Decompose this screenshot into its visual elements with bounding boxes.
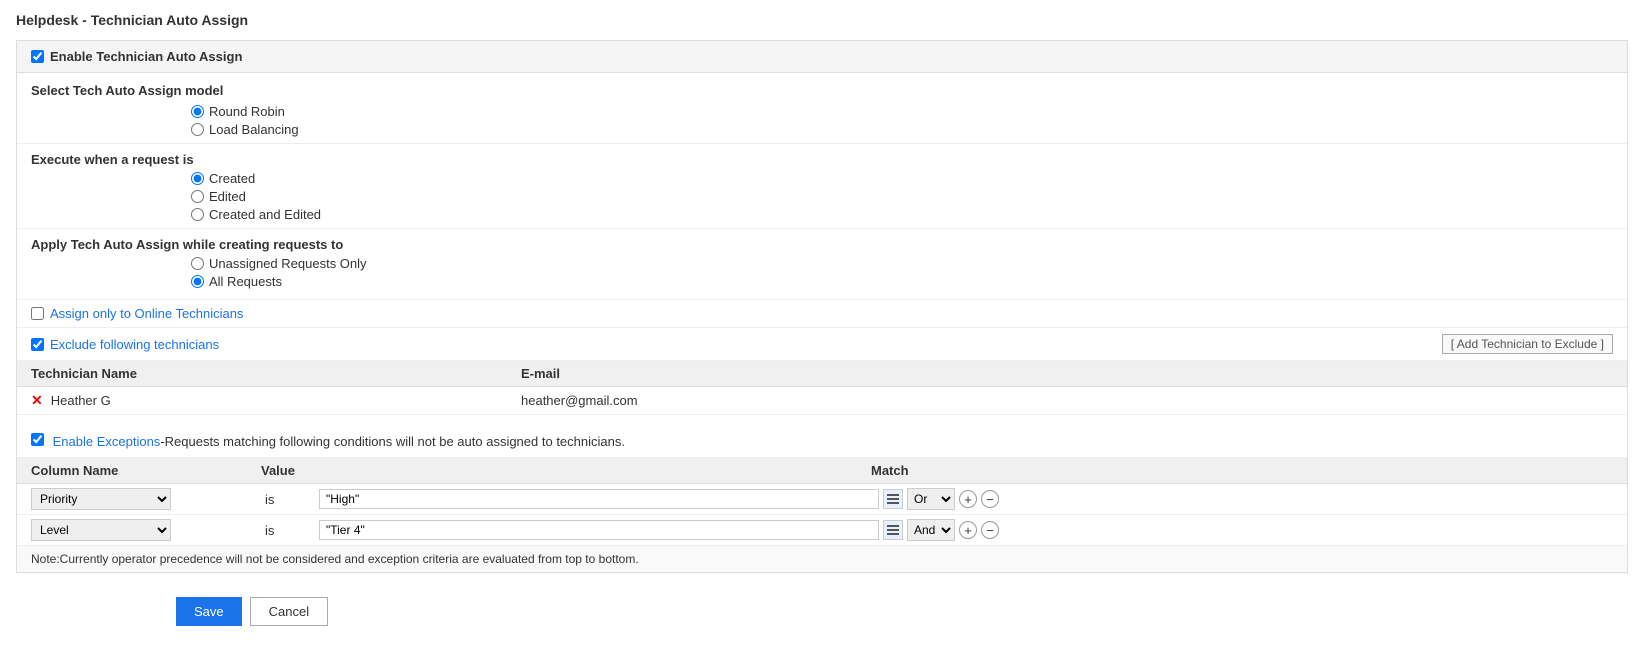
delete-technician-button[interactable]: ✕ (31, 392, 43, 409)
exceptions-table-row-1: Priority Level Status is Or And + − (17, 484, 1627, 515)
exc-match-icon-1[interactable] (883, 489, 903, 509)
execute-created-edited-row: Created and Edited (191, 207, 1613, 222)
exc-match-select-2[interactable]: Or And (907, 519, 955, 541)
exceptions-description: -Requests matching following conditions … (160, 434, 625, 449)
spacer (17, 415, 1627, 425)
exc-add-row-button-1[interactable]: + (959, 490, 977, 508)
execute-edited-radio[interactable] (191, 190, 204, 203)
exc-is-label-2: is (265, 523, 315, 538)
page-title: Helpdesk - Technician Auto Assign (16, 12, 1628, 28)
execute-edited-row: Edited (191, 189, 1613, 204)
apply-unassigned-radio[interactable] (191, 257, 204, 270)
exc-col-value (311, 463, 871, 478)
enable-exceptions-link[interactable]: Enable Exceptions (53, 434, 161, 449)
execute-created-edited-radio[interactable] (191, 208, 204, 221)
exclude-technicians-header-row: Exclude following technicians [ Add Tech… (17, 328, 1627, 361)
exc-col-select-cell-2: Priority Level Status (31, 519, 261, 541)
exc-col-select-cell-1: Priority Level Status (31, 488, 261, 510)
exc-value-cell-1 (319, 489, 879, 509)
apply-unassigned-label: Unassigned Requests Only (209, 256, 367, 271)
exceptions-table-header: Column Name Value Match (17, 458, 1627, 484)
exc-match-cell-2: Or And + − (883, 519, 1613, 541)
exc-match-select-1[interactable]: Or And (907, 488, 955, 510)
execute-created-row: Created (191, 171, 1613, 186)
exc-column-select-1[interactable]: Priority Level Status (31, 488, 171, 510)
exc-column-select-2[interactable]: Priority Level Status (31, 519, 171, 541)
exclude-col-email: E-mail (521, 366, 1613, 381)
model-round-robin-radio[interactable] (191, 105, 204, 118)
apply-all-radio[interactable] (191, 275, 204, 288)
exc-col-match: Match (871, 463, 1613, 478)
execute-radio-group: Created Edited Created and Edited (191, 171, 1613, 222)
exc-col-column-name: Column Name (31, 463, 261, 478)
enable-auto-assign-checkbox[interactable] (31, 50, 44, 63)
exceptions-note: Note:Currently operator precedence will … (17, 546, 1627, 572)
execute-created-label: Created (209, 171, 255, 186)
exclude-table-row: ✕ Heather G heather@gmail.com (17, 387, 1627, 415)
exc-match-cell-1: Or And + − (883, 488, 1613, 510)
enable-auto-assign-label: Enable Technician Auto Assign (50, 49, 242, 64)
exc-value-input-2[interactable] (319, 520, 879, 540)
exclude-table-header: Technician Name E-mail (17, 361, 1627, 387)
apply-section-label: Apply Tech Auto Assign while creating re… (31, 237, 1613, 252)
model-load-balancing-row: Load Balancing (191, 122, 1613, 137)
save-button[interactable]: Save (176, 597, 242, 626)
model-round-robin-row: Round Robin (191, 104, 1613, 119)
exc-remove-row-button-2[interactable]: − (981, 521, 999, 539)
assign-online-row: Assign only to Online Technicians (17, 300, 1627, 328)
tech-name: Heather G (51, 393, 111, 408)
exclude-technicians-link[interactable]: Exclude following technicians (50, 337, 219, 352)
model-section-label: Select Tech Auto Assign model (31, 83, 1613, 98)
execute-edited-label: Edited (209, 189, 246, 204)
execute-created-radio[interactable] (191, 172, 204, 185)
apply-radio-group: Unassigned Requests Only All Requests (191, 256, 1613, 289)
exc-add-row-button-2[interactable]: + (959, 521, 977, 539)
main-section: Enable Technician Auto Assign Select Tec… (16, 40, 1628, 573)
execute-section: Execute when a request is Created Edited… (17, 144, 1627, 229)
execute-created-edited-label: Created and Edited (209, 207, 321, 222)
model-round-robin-label: Round Robin (209, 104, 285, 119)
apply-all-row: All Requests (191, 274, 1613, 289)
exc-match-icon-2[interactable] (883, 520, 903, 540)
model-load-balancing-radio[interactable] (191, 123, 204, 136)
execute-section-label: Execute when a request is (31, 152, 1613, 167)
apply-unassigned-row: Unassigned Requests Only (191, 256, 1613, 271)
assign-online-link[interactable]: Assign only to Online Technicians (50, 306, 243, 321)
add-technician-to-exclude-button[interactable]: [ Add Technician to Exclude ] (1442, 334, 1613, 354)
model-section: Select Tech Auto Assign model Round Robi… (17, 73, 1627, 144)
exceptions-row: Enable Exceptions-Requests matching foll… (17, 425, 1627, 458)
enable-exceptions-checkbox[interactable] (31, 433, 44, 446)
tech-cell: ✕ Heather G (31, 392, 521, 409)
assign-online-checkbox[interactable] (31, 307, 44, 320)
tech-email: heather@gmail.com (521, 393, 1613, 408)
exceptions-table-row-2: Priority Level Status is Or And + − (17, 515, 1627, 546)
exc-col-value-label: Value (261, 463, 311, 478)
exclude-col-name: Technician Name (31, 366, 521, 381)
model-radio-group: Round Robin Load Balancing (191, 104, 1613, 137)
enable-auto-assign-row: Enable Technician Auto Assign (17, 41, 1627, 73)
footer-buttons: Save Cancel (16, 583, 1628, 626)
model-load-balancing-label: Load Balancing (209, 122, 299, 137)
exc-is-label-1: is (265, 492, 315, 507)
exc-value-input-1[interactable] (319, 489, 879, 509)
apply-all-label: All Requests (209, 274, 282, 289)
apply-section: Apply Tech Auto Assign while creating re… (17, 229, 1627, 300)
exclude-technicians-checkbox[interactable] (31, 338, 44, 351)
exc-value-cell-2 (319, 520, 879, 540)
cancel-button[interactable]: Cancel (250, 597, 328, 626)
exc-remove-row-button-1[interactable]: − (981, 490, 999, 508)
